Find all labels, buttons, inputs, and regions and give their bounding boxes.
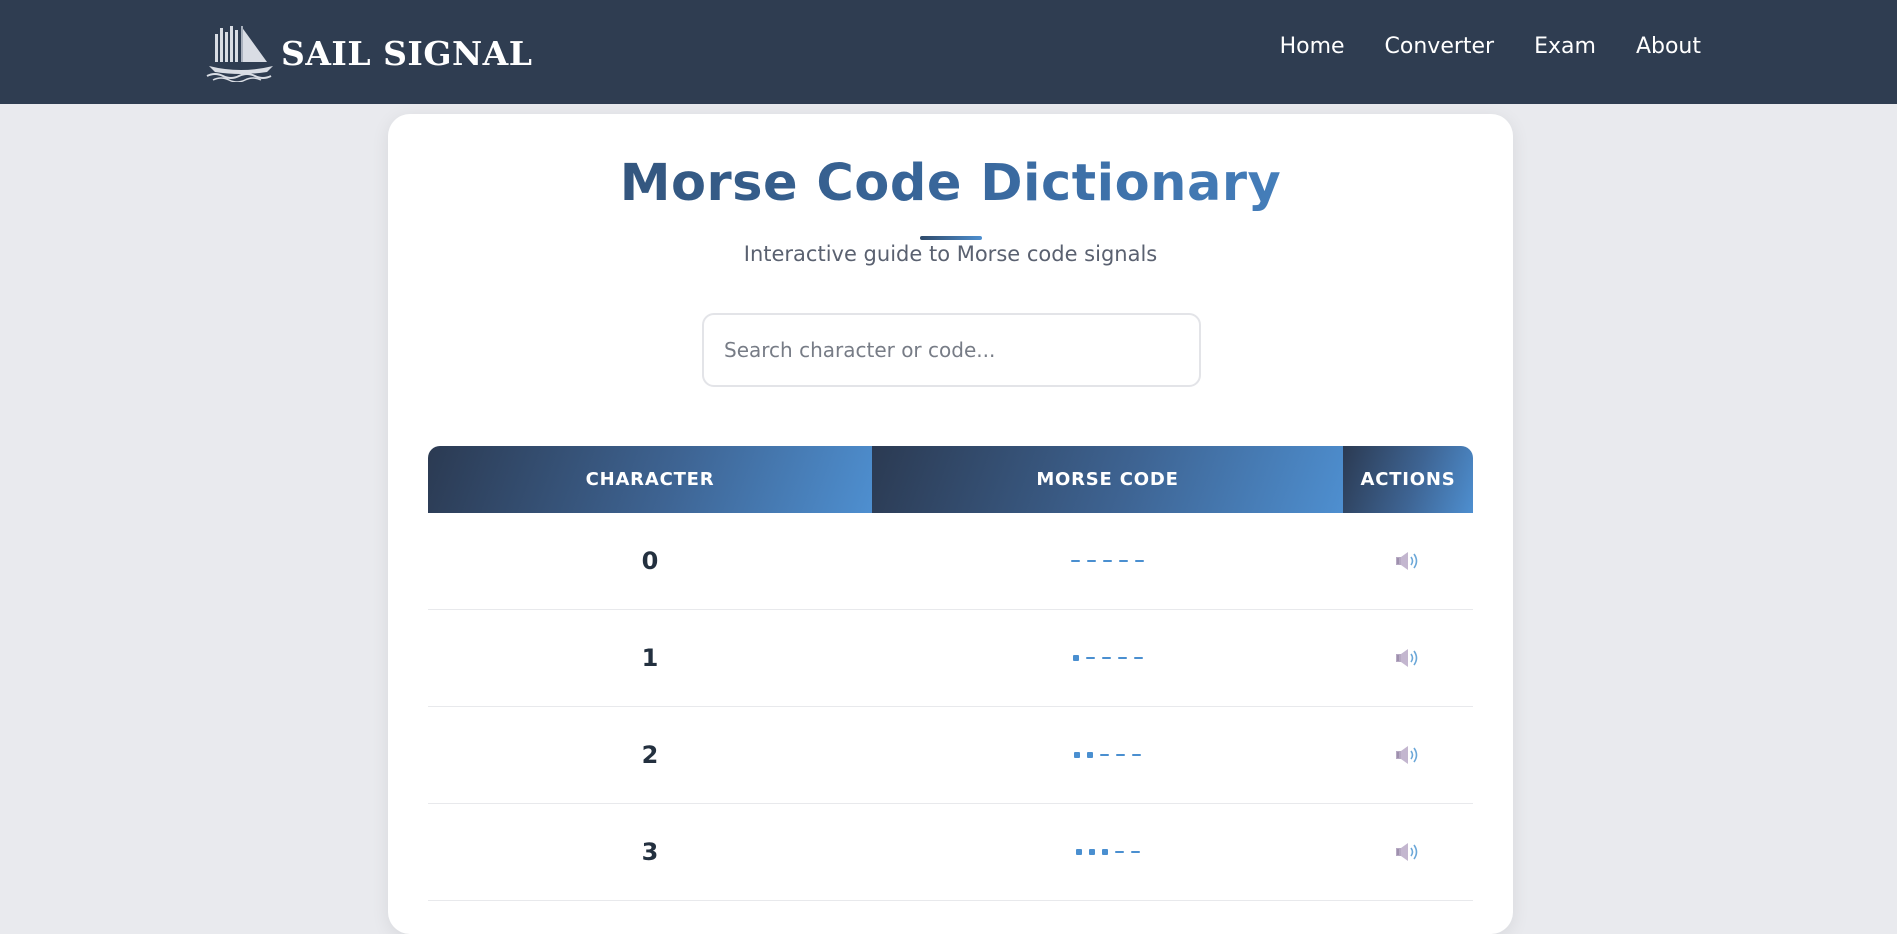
actions-cell	[1343, 804, 1473, 900]
brand-logo[interactable]: SAIL SIGNAL	[205, 24, 533, 82]
table-row: 1	[428, 610, 1473, 707]
character-value: 1	[641, 644, 659, 672]
morse-dot	[1072, 655, 1079, 661]
table-row: 2	[428, 707, 1473, 804]
morse-dot	[1074, 752, 1080, 758]
morse-cell	[872, 513, 1343, 609]
morse-dash	[1132, 754, 1141, 756]
morse-dash	[1130, 851, 1140, 853]
morse-code-symbols	[1074, 752, 1141, 758]
morse-dash	[1100, 754, 1109, 756]
character-cell: 3	[428, 804, 872, 900]
title-underline	[920, 236, 982, 240]
morse-dash	[1133, 657, 1143, 659]
column-header-actions: ACTIONS	[1343, 446, 1473, 513]
actions-cell	[1343, 707, 1473, 803]
morse-dash	[1103, 560, 1112, 562]
speaker-icon	[1396, 746, 1418, 764]
table-header: CHARACTER MORSE CODE ACTIONS	[428, 446, 1473, 513]
morse-dash	[1135, 560, 1144, 562]
sailboat-logo-icon	[206, 26, 273, 82]
morse-table: CHARACTER MORSE CODE ACTIONS 0 1 2 3	[428, 446, 1473, 901]
play-sound-button[interactable]	[1395, 841, 1421, 863]
actions-cell	[1343, 610, 1473, 706]
speaker-icon	[1396, 552, 1418, 570]
morse-cell	[872, 707, 1343, 803]
play-sound-button[interactable]	[1395, 647, 1421, 669]
morse-dot	[1087, 752, 1093, 758]
play-sound-button[interactable]	[1395, 744, 1421, 766]
main-nav: Home Converter Exam About	[1280, 34, 1701, 59]
table-body: 0 1 2 3	[428, 513, 1473, 901]
page-title: Morse Code Dictionary	[388, 154, 1513, 213]
top-navbar: SAIL SIGNAL Home Converter Exam About	[0, 0, 1897, 104]
character-value: 2	[641, 741, 659, 769]
character-cell: 0	[428, 513, 872, 609]
search-input[interactable]	[702, 313, 1201, 387]
column-header-morse[interactable]: MORSE CODE	[872, 446, 1343, 513]
morse-dash	[1117, 657, 1127, 659]
table-row: 3	[428, 804, 1473, 901]
morse-cell	[872, 804, 1343, 900]
speaker-icon	[1396, 843, 1418, 861]
page-subtitle: Interactive guide to Morse code signals	[743, 242, 1158, 266]
morse-code-symbols	[1075, 849, 1140, 855]
nav-link-home[interactable]: Home	[1280, 34, 1345, 59]
morse-dash	[1085, 657, 1095, 659]
dictionary-card: Morse Code Dictionary Interactive guide …	[388, 114, 1513, 934]
speaker-icon	[1396, 649, 1418, 667]
morse-dash	[1116, 754, 1125, 756]
character-value: 3	[641, 838, 659, 866]
morse-dash	[1101, 657, 1111, 659]
morse-dash	[1119, 560, 1128, 562]
character-cell: 2	[428, 707, 872, 803]
character-cell: 1	[428, 610, 872, 706]
morse-dot	[1101, 849, 1108, 855]
nav-link-about[interactable]: About	[1636, 34, 1701, 59]
play-sound-button[interactable]	[1395, 550, 1421, 572]
nav-link-converter[interactable]: Converter	[1385, 34, 1495, 59]
morse-code-symbols	[1072, 655, 1143, 661]
character-value: 0	[641, 547, 659, 575]
column-header-character[interactable]: CHARACTER	[428, 446, 872, 513]
morse-dash	[1087, 560, 1096, 562]
morse-dot	[1088, 849, 1095, 855]
brand-name: SAIL SIGNAL	[281, 33, 533, 73]
morse-code-symbols	[1071, 560, 1144, 562]
table-row: 0	[428, 513, 1473, 610]
actions-cell	[1343, 513, 1473, 609]
morse-cell	[872, 610, 1343, 706]
morse-dash	[1114, 851, 1124, 853]
morse-dash	[1071, 560, 1080, 562]
nav-link-exam[interactable]: Exam	[1534, 34, 1596, 59]
morse-dot	[1075, 849, 1082, 855]
